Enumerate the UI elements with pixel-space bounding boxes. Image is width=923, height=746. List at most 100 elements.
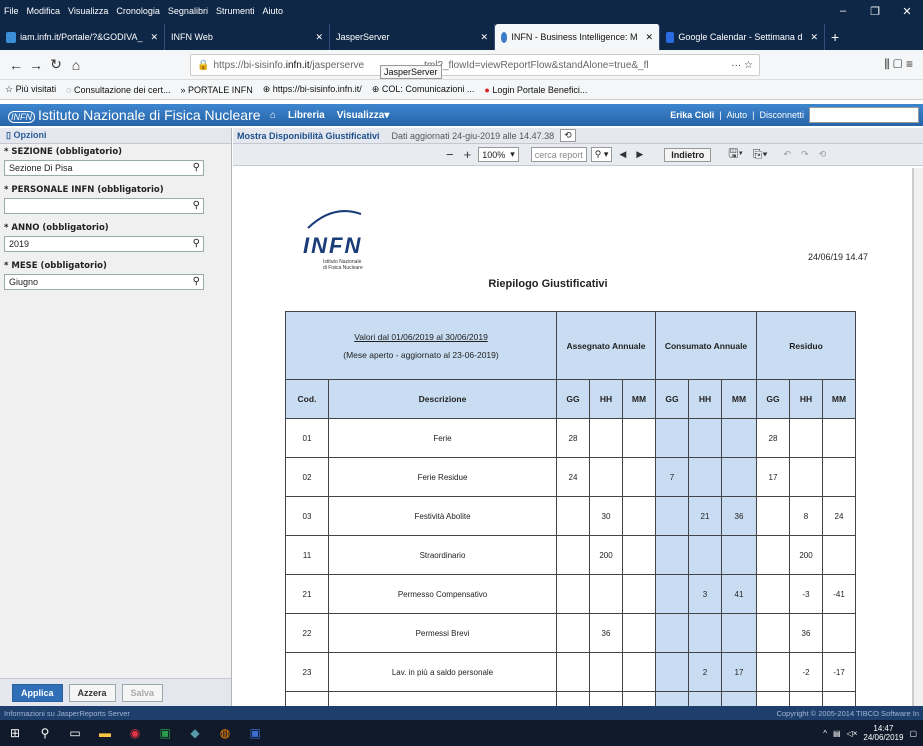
undo-all-icon[interactable]: ⟲ xyxy=(816,149,830,160)
undo-icon[interactable]: ↶ xyxy=(781,149,795,160)
zoom-in-icon[interactable]: + xyxy=(461,147,475,162)
menu-cronologia[interactable]: Cronologia xyxy=(112,6,164,16)
next-result-icon[interactable]: ▶ xyxy=(633,149,646,160)
save-report-icon[interactable]: 🖫▾ xyxy=(725,144,746,165)
personale-input[interactable]: ⚲ xyxy=(4,198,204,214)
search-icon[interactable]: ⚲ xyxy=(193,276,200,287)
bookmarks-bar: ☆ Più visitati ◌ Consultazione dei cert.… xyxy=(0,80,923,100)
back-icon[interactable]: ← xyxy=(6,57,26,73)
firefox-icon[interactable]: ◍ xyxy=(210,726,240,740)
bookmark-label: https://bi-sisinfo.infn.it/ xyxy=(272,84,362,94)
search-icon[interactable]: ⚲ xyxy=(193,162,200,173)
tab-label: INFN Web xyxy=(171,32,213,42)
tab-business-intelligence[interactable]: INFN - Business Intelligence: M ✕ xyxy=(495,24,660,50)
file-explorer-icon[interactable]: ▬ xyxy=(90,726,120,740)
zoom-out-icon[interactable]: − xyxy=(443,147,457,162)
tab-iam[interactable]: iam.infn.it/Portale/?&GODIVA_ ✕ xyxy=(0,24,165,50)
tab-infn-web[interactable]: INFN Web ✕ xyxy=(165,24,330,50)
chrome-icon[interactable]: ◉ xyxy=(120,726,150,740)
notifications-icon[interactable]: ▢ xyxy=(909,729,917,738)
zoom-select[interactable]: 100% ▾ xyxy=(478,147,519,162)
back-button[interactable]: Indietro xyxy=(664,147,712,162)
close-tab-icon[interactable]: ✕ xyxy=(637,32,653,43)
export-icon[interactable]: ⎘▾ xyxy=(750,147,771,162)
app-search-input[interactable] xyxy=(809,107,919,123)
table-cell xyxy=(622,574,656,614)
bookmark-login-portale[interactable]: ● Login Portale Benefici... xyxy=(479,85,592,95)
tab-jasperserver[interactable]: JasperServer ✕ xyxy=(330,24,495,50)
close-tab-icon[interactable]: ✕ xyxy=(142,32,158,43)
new-tab-button[interactable]: + xyxy=(825,24,845,50)
home-nav-icon[interactable]: ⌂ xyxy=(270,110,276,121)
search-icon[interactable]: ⚲ xyxy=(193,238,200,249)
search-options-button[interactable]: ⚲ ▾ xyxy=(590,147,613,162)
word-icon[interactable]: ▣ xyxy=(240,726,270,740)
app-header: INFN Istituto Nazionale di Fisica Nuclear… xyxy=(0,104,923,126)
tray-arrow-icon[interactable]: ^ xyxy=(823,729,827,738)
menu-file[interactable]: File xyxy=(0,6,23,16)
volume-icon[interactable]: ◁× xyxy=(847,729,858,738)
menu-strumenti[interactable]: Strumenti xyxy=(212,6,259,16)
close-window-icon[interactable]: ✕ xyxy=(891,5,923,18)
column-header: GG xyxy=(756,379,790,419)
url-bar[interactable]: 🔒 https://bi-sisinfo. infn.it/jasperserve… xyxy=(190,54,760,76)
excel-icon[interactable]: ▣ xyxy=(150,726,180,740)
reset-button[interactable]: Azzera xyxy=(68,683,116,702)
search-icon[interactable]: ⚲ xyxy=(30,726,60,740)
field-sezione: * SEZIONE (obbligatorio) Sezione Di Pisa… xyxy=(0,144,231,178)
library-icon[interactable]: ⫼ ▢ ≡ xyxy=(884,57,923,72)
table-cell: 17 xyxy=(721,652,757,692)
nav-visualizza[interactable]: Visualizza▾ xyxy=(337,110,390,121)
home-icon[interactable]: ⌂ xyxy=(66,57,86,73)
logout-link[interactable]: Disconnetti xyxy=(759,110,804,120)
search-icon[interactable]: ⚲ xyxy=(193,200,200,211)
reload-icon[interactable]: ↻ xyxy=(46,56,66,73)
bookmark-piu-visitati[interactable]: ☆ Più visitati xyxy=(0,84,61,95)
bookmark-col[interactable]: ⊕ COL: Comunicazioni ... xyxy=(367,84,480,95)
mese-input[interactable]: Giugno ⚲ xyxy=(4,274,204,290)
bookmark-portale-infn[interactable]: » PORTALE INFN xyxy=(176,85,258,95)
task-view-icon[interactable]: ▭ xyxy=(60,726,90,740)
report-search-input[interactable]: cerca report xyxy=(530,147,587,162)
table-row: 31Trasferta 8 -8 xyxy=(285,691,856,706)
tab-google-calendar[interactable]: Google Calendar - Settimana d ✕ xyxy=(660,24,825,50)
apply-button[interactable]: Applica xyxy=(12,683,63,702)
menu-modifica[interactable]: Modifica xyxy=(23,6,65,16)
anno-input[interactable]: 2019 ⚲ xyxy=(4,236,204,252)
network-icon[interactable]: ▤ xyxy=(833,729,841,738)
nav-libreria[interactable]: Libreria xyxy=(288,110,325,121)
help-link[interactable]: Aiuto xyxy=(727,110,748,120)
page-actions-icon[interactable]: ··· ☆ xyxy=(731,60,759,71)
infn-logo: INFN Istituto Nazionale di Fisica Nuclear… xyxy=(303,206,363,271)
app-icon[interactable]: ◆ xyxy=(180,726,210,740)
report-canvas: INFN Istituto Nazionale di Fisica Nuclear… xyxy=(233,168,913,706)
windows-start-icon[interactable]: ⊞ xyxy=(0,726,30,740)
table-cell: Festività Abolite xyxy=(328,496,557,536)
minimize-icon[interactable]: – xyxy=(827,5,859,18)
redo-icon[interactable]: ↷ xyxy=(798,149,812,160)
bookmark-bi-sisinfo[interactable]: ⊕ https://bi-sisinfo.infn.it/ xyxy=(258,84,367,95)
app-brand[interactable]: INFN Istituto Nazionale di Fisica Nuclear… xyxy=(0,107,270,123)
menu-visualizza[interactable]: Visualizza xyxy=(64,6,112,16)
forward-icon[interactable]: → xyxy=(26,57,46,73)
close-tab-icon[interactable]: ✕ xyxy=(472,32,488,43)
table-cell: Permessi Brevi xyxy=(328,613,557,653)
prev-result-icon[interactable]: ◀ xyxy=(616,149,629,160)
close-tab-icon[interactable]: ✕ xyxy=(307,32,323,43)
about-link[interactable]: Informazioni su JasperReports Server xyxy=(4,709,130,718)
table-cell: 2 xyxy=(688,652,722,692)
column-header: Cod. xyxy=(285,379,329,419)
bookmark-consultazione[interactable]: ◌ Consultazione dei cert... xyxy=(61,85,175,95)
report-scrollbar[interactable] xyxy=(913,168,923,706)
close-tab-icon[interactable]: ✕ xyxy=(802,32,818,43)
menu-aiuto[interactable]: Aiuto xyxy=(258,6,287,16)
table-cell xyxy=(721,418,757,458)
sezione-input[interactable]: Sezione Di Pisa ⚲ xyxy=(4,160,204,176)
menu-segnalibri[interactable]: Segnalibri xyxy=(164,6,212,16)
clock[interactable]: 14:47 24/06/2019 xyxy=(863,724,903,742)
restore-icon[interactable]: ❐ xyxy=(859,5,891,18)
table-cell xyxy=(622,535,656,575)
refresh-icon[interactable]: ⟲ xyxy=(560,129,576,142)
save-button[interactable]: Salva xyxy=(121,683,164,702)
options-buttons: Applica Azzera Salva xyxy=(0,678,231,706)
